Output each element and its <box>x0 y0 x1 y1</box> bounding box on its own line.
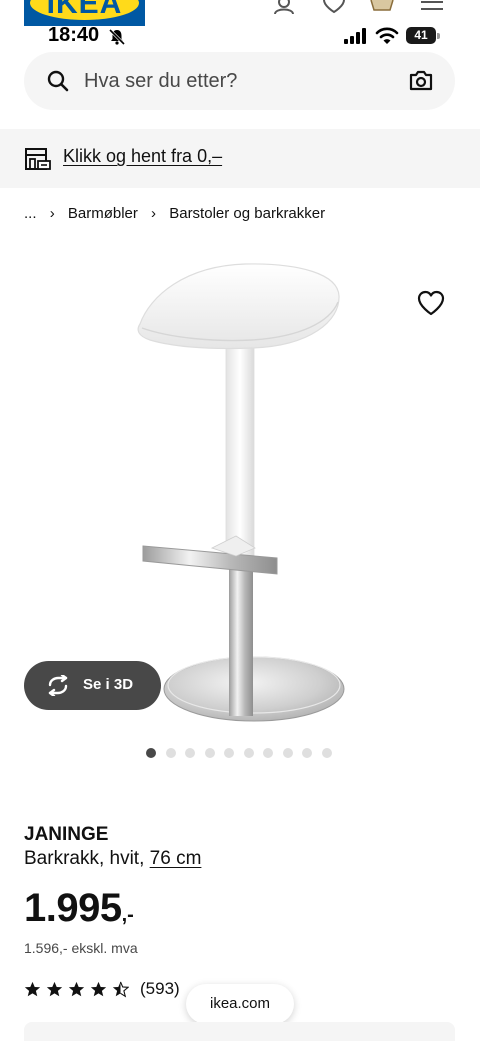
rating-count[interactable]: (593) <box>140 979 180 999</box>
signal-icon <box>344 28 366 44</box>
click-and-collect-banner[interactable]: Klikk og hent fra 0,– <box>0 129 480 188</box>
view-in-3d-button[interactable]: Se i 3D <box>24 661 161 710</box>
battery-tip <box>437 33 440 39</box>
carousel-dot[interactable] <box>185 748 195 758</box>
breadcrumb-item-bar-furniture[interactable]: Barmøbler <box>68 205 138 222</box>
logo-text: IKEA <box>46 0 123 20</box>
favorite-heart-icon[interactable] <box>417 290 445 316</box>
star-icon <box>24 981 41 997</box>
product-size-link[interactable]: 76 cm <box>150 848 202 869</box>
search-input[interactable] <box>84 66 384 96</box>
search-bar[interactable] <box>24 52 455 110</box>
status-bar: 18:40 41 <box>0 22 480 50</box>
heart-icon[interactable] <box>320 0 348 14</box>
price-excl-vat: 1.596,- ekskl. mva <box>24 940 138 956</box>
carousel-dot[interactable] <box>224 748 234 758</box>
carousel-dot[interactable] <box>263 748 273 758</box>
star-icon <box>68 981 85 997</box>
next-section-card <box>24 1022 455 1041</box>
breadcrumb-item-bar-stools[interactable]: Barstoler og barkrakker <box>169 205 325 222</box>
product-description: Barkrakk, hvit, 76 cm <box>24 848 201 870</box>
battery-indicator: 41 <box>406 27 440 45</box>
product-type: Barkrakk, hvit, <box>24 848 150 869</box>
bell-muted-icon <box>108 28 126 46</box>
menu-icon[interactable] <box>418 0 446 14</box>
price-amount: 1.995 <box>24 886 122 930</box>
carousel-dot[interactable] <box>244 748 254 758</box>
click-and-collect-link[interactable]: Klikk og hent fra 0,– <box>63 146 222 167</box>
basket-icon[interactable] <box>368 0 396 14</box>
star-half-icon <box>112 981 129 998</box>
price-suffix: ,- <box>121 904 134 926</box>
browser-url-pill[interactable]: ikea.com <box>186 984 294 1024</box>
carousel-dot[interactable] <box>322 748 332 758</box>
chevron-right-icon: › <box>151 204 157 222</box>
search-icon <box>47 70 69 92</box>
carousel-dot[interactable] <box>166 748 176 758</box>
wifi-icon <box>375 27 399 44</box>
store-icon <box>25 148 51 170</box>
camera-search-icon[interactable] <box>408 69 434 93</box>
carousel-dot[interactable] <box>283 748 293 758</box>
status-time: 18:40 <box>48 24 100 46</box>
star-icon <box>46 981 63 997</box>
profile-icon[interactable] <box>270 0 298 14</box>
star-icon <box>90 981 107 997</box>
carousel-dot[interactable] <box>302 748 312 758</box>
carousel-dot[interactable] <box>205 748 215 758</box>
breadcrumb: ... › Barmøbler › Barstoler og barkrakke… <box>24 204 325 226</box>
carousel-dot[interactable] <box>146 748 156 758</box>
view-in-3d-label: Se i 3D <box>83 676 134 693</box>
chevron-right-icon: › <box>49 204 55 222</box>
product-name: JANINGE <box>24 824 109 845</box>
product-price: 1.995,- <box>24 886 134 931</box>
rotate-3d-icon <box>48 675 68 696</box>
breadcrumb-root[interactable]: ... <box>24 205 37 222</box>
battery-level: 41 <box>414 28 428 42</box>
